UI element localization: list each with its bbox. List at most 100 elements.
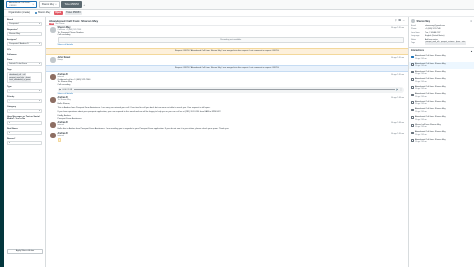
- reason-select[interactable]: ▾: [7, 140, 42, 145]
- interaction-item[interactable]: Abandoned Call from: Sharon Mey 10 ago 7:…: [409, 54, 474, 62]
- chevron-up-icon[interactable]: ▴: [471, 50, 472, 53]
- ticket-workspace: Abandoned Call from... #38953 ✕ Sharon M…: [0, 0, 474, 267]
- ticket-icon: [411, 139, 414, 142]
- tag-chip[interactable]: passport_need_info: [425, 42, 441, 46]
- chevron-down-icon: ▾: [9, 131, 10, 134]
- close-icon[interactable]: ✕: [55, 3, 57, 6]
- close-icon[interactable]: ✕: [32, 3, 34, 6]
- assignee-field: Assignee* Passportd / Andrea D ▾: [7, 38, 42, 46]
- tag-chip[interactable]: passport_customer: [440, 42, 455, 46]
- tag-chip[interactable]: voice_abandoned_in_queue: [8, 79, 31, 82]
- macro-field: Rmt Macro ▾: [7, 128, 42, 135]
- plus-icon[interactable]: +: [83, 3, 85, 7]
- more-icon[interactable]: ⋮: [400, 89, 402, 91]
- social-media-field: Have Messages or Text on Social Media?: …: [7, 116, 42, 126]
- interaction-item[interactable]: Abandoned Call from: Sharon Mey 10 ago 7:…: [409, 100, 474, 108]
- audio-time: 0:00 / 1:58: [62, 88, 72, 91]
- comment-paragraph: Passport Form Assistance: [57, 118, 82, 121]
- interaction-item[interactable]: Missed call from Sharon Mey 10 ago 7:45 a…: [409, 122, 474, 130]
- show-call-details-link[interactable]: Show call details: [58, 44, 405, 46]
- comment-meta: Internal: [57, 134, 64, 137]
- comment-time: 10 ago 7:48 am: [390, 122, 404, 125]
- avatar: [50, 57, 56, 63]
- tab-bar: Abandoned Call from... #38953 ✕ Sharon M…: [4, 0, 474, 10]
- audio-progress[interactable]: [73, 89, 395, 90]
- interaction-item[interactable]: Abandoned Call from: Sharon Mey 10 ago 7:…: [409, 77, 474, 85]
- comment: Andrea D 10 ago 7:49 am Internal: [50, 132, 404, 142]
- reason-field: Reason* ▾: [7, 138, 42, 145]
- tab-title: Ticket #58253: [64, 3, 79, 6]
- interaction-item[interactable]: Abandoned Call from: Sharon Mey 10 ago 7:…: [409, 61, 474, 70]
- tab-ticket[interactable]: Abandoned Call from... #38953 ✕: [6, 1, 38, 8]
- interaction-item[interactable]: Abandoned Call from: Sharon Mey 10 ago 7:…: [409, 92, 474, 100]
- comment: Andrea D 10 ago 7:45 am Internal Outboun…: [50, 74, 404, 95]
- social-media-select[interactable]: ▾: [7, 120, 42, 126]
- comment-time: 10 ago 7:48 am: [390, 97, 404, 100]
- interaction-item[interactable]: Abandoned Call from: Sharon Mey 10 ago 7:…: [409, 69, 474, 77]
- audio-player[interactable]: ▶ 0:00 / 1:58 🔈 ⋮: [57, 86, 404, 93]
- tag-chip[interactable]: voice: [461, 42, 466, 46]
- brand-select[interactable]: Passportd ▾: [7, 21, 42, 26]
- ccs-field: CCs: [7, 48, 12, 51]
- play-icon[interactable]: ▶: [60, 89, 62, 91]
- apply-macro-button[interactable]: Apply Macro: Action: [7, 249, 43, 254]
- comment-time: 10 ago 7:49 am: [390, 132, 404, 135]
- filter-icon[interactable]: ⚲: [395, 19, 397, 22]
- breadcrumb-org[interactable]: Organization (create): [7, 11, 32, 14]
- ticket-subject[interactable]: Abandoned Call from: Sharon Mey: [49, 19, 98, 23]
- assignee-select[interactable]: Passportd / Andrea D ▾: [7, 41, 42, 46]
- volume-icon[interactable]: 🔈: [396, 89, 399, 91]
- merge-notice: Request #58253 "Abandoned Call from: Sha…: [46, 64, 408, 73]
- ticket-header: Abandoned Call from: Sharon Mey Open Via…: [46, 17, 408, 26]
- customer-info: Email sharonmey@gmail.com Phone +1 (469) 5…: [409, 25, 474, 46]
- tab-ticket-number[interactable]: Ticket #58253: [61, 1, 82, 8]
- avatar: [50, 74, 56, 80]
- ticket-icon: [411, 63, 414, 66]
- info-row-language: Language English (United States): [411, 35, 445, 38]
- comment: John Sweet 10 ago 7:45 am Group: [50, 57, 404, 63]
- comment-paragraph: If you have questions about your passpor…: [57, 110, 221, 113]
- status-badge: Open: [53, 11, 63, 15]
- interactions-list: Abandoned Call from: Sharon Mey 10 ago 7:…: [409, 54, 474, 145]
- priority-field: Priority - ▾: [7, 96, 42, 104]
- type-select[interactable]: - ▾: [7, 88, 42, 94]
- phone-icon[interactable]: ☎: [398, 19, 401, 22]
- tab-user[interactable]: Sharon Mey ✕: [38, 1, 60, 8]
- comment-time: 10 ago 7:45 am: [390, 74, 404, 77]
- comment: Andrea D 10 ago 7:48 am To: Sharon Mey H…: [50, 97, 404, 120]
- interaction-item[interactable]: Abandoned Call from: Sharon Mey 10 ago 7:…: [409, 84, 474, 92]
- comment-paragraph: Hello this is Andrea from Passport Form …: [57, 127, 230, 130]
- priority-select[interactable]: - ▾: [7, 98, 42, 104]
- category-select[interactable]: - ▾: [7, 108, 42, 114]
- merge-notice: Request #58253 "Abandoned Call from: Sha…: [46, 47, 408, 56]
- close-icon[interactable]: ✕: [470, 20, 472, 23]
- more-icon[interactable]: ⋯: [403, 19, 405, 22]
- form-select[interactable]: Default Ticket Form ▾: [7, 61, 42, 67]
- interactions-header: Interactions ▴: [409, 47, 474, 54]
- show-call-details-link[interactable]: Show call details: [58, 93, 405, 95]
- recording-placeholder: Recording not available: [57, 37, 404, 43]
- type-field: Type - ▾: [7, 86, 42, 94]
- tag-chip[interactable]: phone: [455, 42, 461, 46]
- form-field: Form Default Ticket Form ▾: [7, 59, 42, 67]
- breadcrumb-user[interactable]: Sharon Mey: [34, 11, 52, 14]
- comment-line: Call recording: [57, 83, 71, 86]
- tags-input[interactable]: abandoned_call call passport_need_info p…: [7, 71, 42, 84]
- requester-field: Requester* Sharon Mey: [7, 29, 42, 36]
- interaction-item[interactable]: Abandoned Call from: Sharon Mey 10 ago 7:…: [409, 138, 474, 146]
- customer-name[interactable]: Sharon Mey: [417, 20, 431, 23]
- breadcrumb-ticket[interactable]: Ticket #58253: [64, 11, 82, 15]
- requester-input[interactable]: Sharon Mey: [7, 31, 42, 36]
- ticket-icon: [411, 108, 414, 112]
- comment: Sharon Mey 10 ago 7:45 am Call from +1 (…: [50, 27, 404, 46]
- tab-subtitle: #38953: [9, 4, 17, 7]
- interaction-item[interactable]: Abandoned Call from: Sharon Mey 10 ago 7:…: [409, 107, 474, 115]
- macro-select[interactable]: ▾: [7, 130, 42, 135]
- interaction-item[interactable]: Abandoned Call from: Sharon Mey 10 ago 7:…: [409, 115, 474, 123]
- interaction-item[interactable]: Abandoned Call from: Sharon Mey 10 ago 7:…: [409, 130, 474, 138]
- comment-paragraph: Hello Sharon,: [57, 102, 71, 105]
- avatar: [50, 27, 56, 33]
- chevron-down-icon: ▾: [39, 100, 40, 102]
- ticket-icon: [411, 131, 414, 135]
- channel-label: Via Phone: [55, 22, 65, 25]
